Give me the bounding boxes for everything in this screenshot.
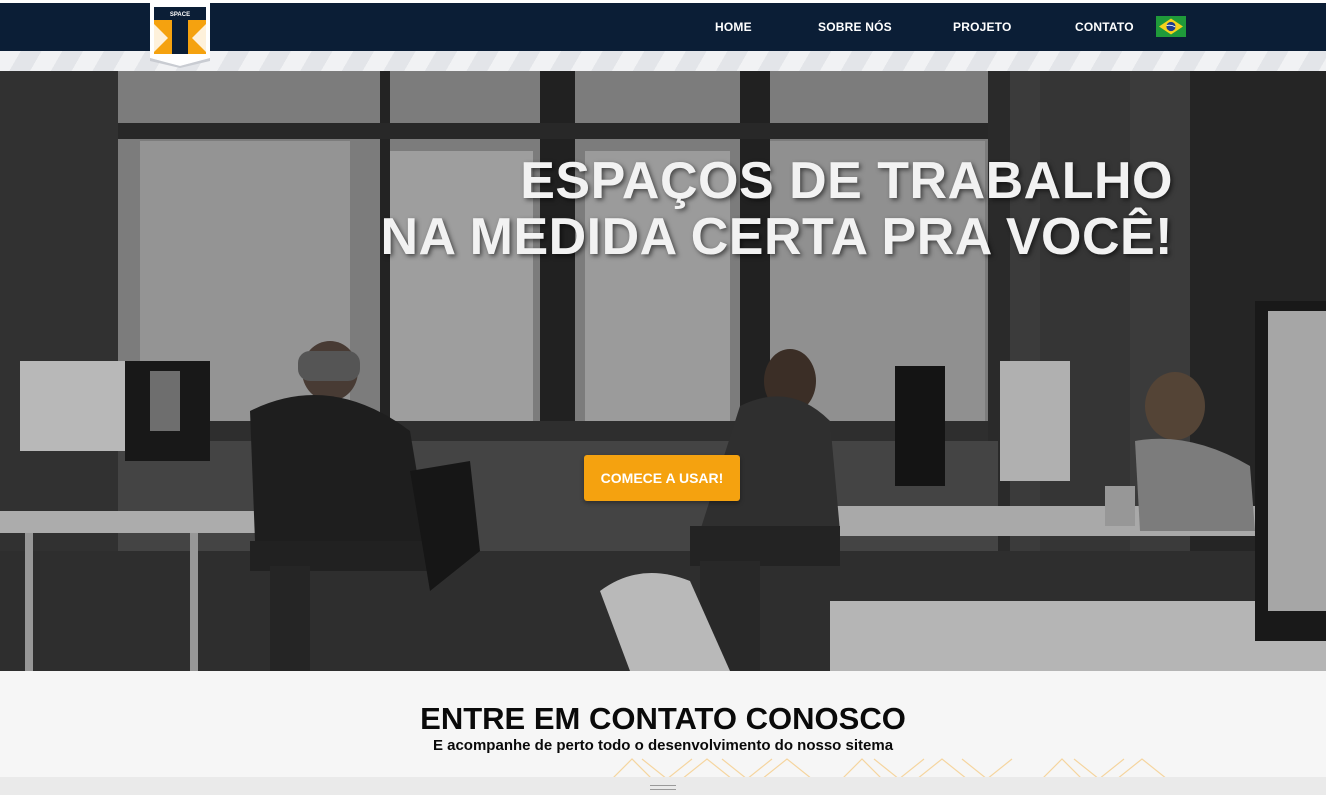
- nav-contato[interactable]: CONTATO: [1075, 3, 1134, 51]
- brazil-flag-icon[interactable]: [1156, 16, 1186, 37]
- contact-subtitle: E acompanhe de perto todo o desenvolvime…: [432, 737, 894, 754]
- contact-section: ENTRE EM CONTATO CONOSCO E acompanhe de …: [0, 671, 1326, 777]
- logo-text: SPACE: [170, 12, 190, 18]
- hero-headline-line2: NA MEDIDA CERTA PRA VOCÊ!: [380, 208, 1173, 266]
- nav-sobre-nos[interactable]: SOBRE NÓS: [818, 3, 892, 51]
- contact-title: ENTRE EM CONTATO CONOSCO: [420, 701, 906, 736]
- hero-headline-line1: ESPAÇOS DE TRABALHO: [520, 152, 1173, 210]
- drag-handle-icon[interactable]: [650, 785, 676, 790]
- nav-projeto[interactable]: PROJETO: [953, 3, 1012, 51]
- hero-headline: ESPAÇOS DE TRABALHO NA MEDIDA CERTA PRA …: [373, 153, 1173, 265]
- nav-home[interactable]: HOME: [715, 3, 752, 51]
- start-using-button[interactable]: COMECE A USAR!: [584, 455, 740, 501]
- bottom-bar: [0, 777, 1326, 795]
- space-logo[interactable]: SPACE: [148, 0, 212, 68]
- hero-section: ESPAÇOS DE TRABALHO NA MEDIDA CERTA PRA …: [0, 71, 1326, 671]
- decorative-pattern: [613, 758, 1166, 777]
